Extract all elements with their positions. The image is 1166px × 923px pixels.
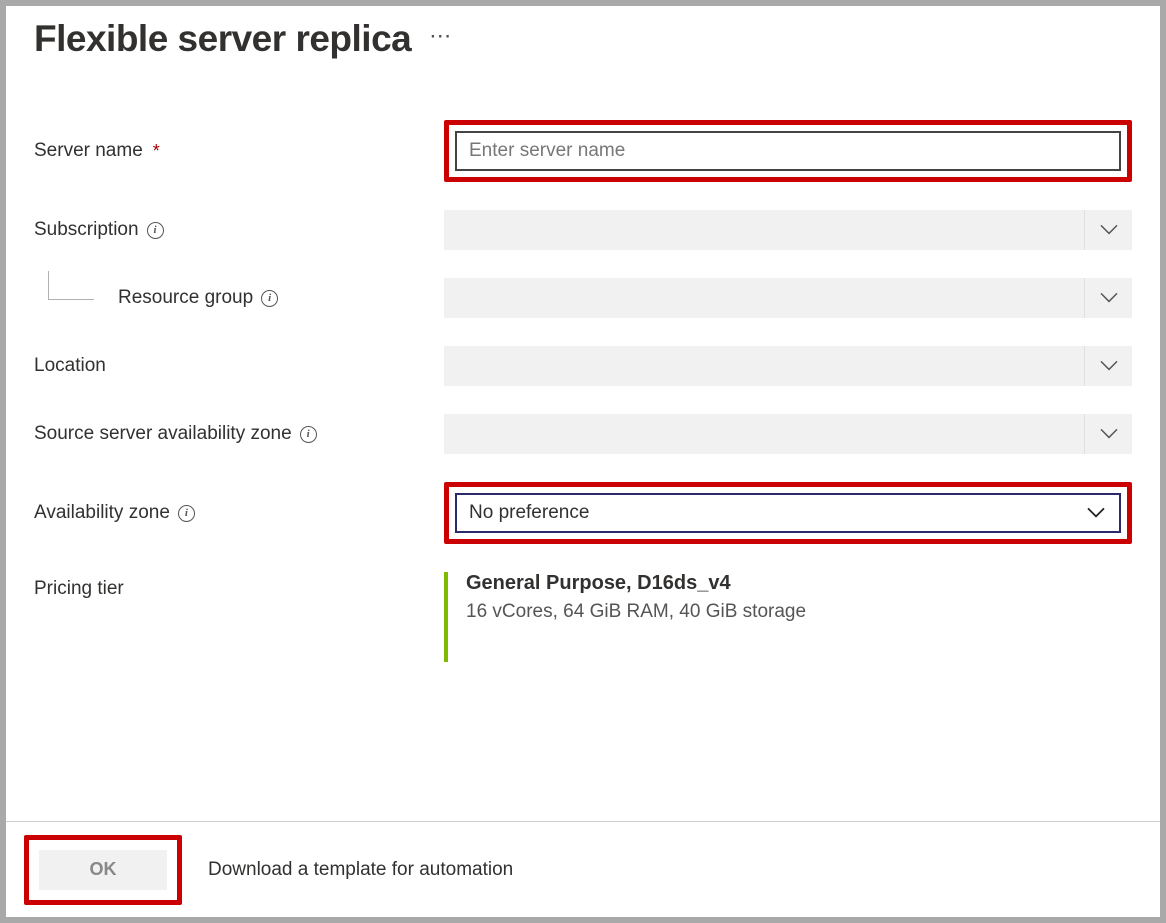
flexible-server-replica-panel: Flexible server replica ⋯ Server name * …	[0, 0, 1166, 923]
pricing-tier-block: General Purpose, D16ds_v4 16 vCores, 64 …	[444, 572, 1132, 662]
location-label: Location	[34, 355, 444, 377]
resource-group-label: Resource group i	[34, 287, 444, 309]
info-icon[interactable]: i	[261, 290, 278, 307]
subscription-label: Subscription i	[34, 219, 444, 241]
source-zone-label: Source server availability zone i	[34, 423, 444, 445]
form-grid: Server name * Subscription i	[34, 120, 1132, 662]
server-name-label: Server name *	[34, 140, 444, 162]
required-mark: *	[153, 141, 160, 162]
source-zone-control	[444, 414, 1132, 454]
download-template-link[interactable]: Download a template for automation	[208, 859, 513, 881]
chevron-down-icon	[1087, 506, 1105, 518]
availability-zone-control-highlight: No preference	[444, 482, 1132, 544]
info-icon[interactable]: i	[300, 426, 317, 443]
pricing-tier-title: General Purpose, D16ds_v4	[466, 572, 1132, 595]
availability-zone-label: Availability zone i	[34, 502, 444, 524]
resource-group-control	[444, 278, 1132, 318]
location-select[interactable]	[444, 346, 1132, 386]
content-area: Flexible server replica ⋯ Server name * …	[6, 6, 1160, 821]
header: Flexible server replica ⋯	[34, 16, 1132, 60]
subscription-select[interactable]	[444, 210, 1132, 250]
location-control	[444, 346, 1132, 386]
pricing-tier-label: Pricing tier	[34, 572, 444, 600]
footer-bar: OK Download a template for automation	[6, 821, 1160, 917]
availability-zone-select[interactable]: No preference	[455, 493, 1121, 533]
pricing-tier-control: General Purpose, D16ds_v4 16 vCores, 64 …	[444, 572, 1132, 662]
info-icon[interactable]: i	[147, 222, 164, 239]
pricing-tier-detail: 16 vCores, 64 GiB RAM, 40 GiB storage	[466, 601, 1132, 623]
source-zone-select[interactable]	[444, 414, 1132, 454]
info-icon[interactable]: i	[178, 505, 195, 522]
resource-group-select[interactable]	[444, 278, 1132, 318]
more-actions-button[interactable]: ⋯	[429, 23, 453, 55]
server-name-input[interactable]	[455, 131, 1121, 171]
server-name-control-highlight	[444, 120, 1132, 182]
subscription-control	[444, 210, 1132, 250]
page-title: Flexible server replica	[34, 18, 411, 60]
ok-button-highlight: OK	[24, 835, 182, 905]
indent-icon	[38, 277, 102, 307]
ok-button[interactable]: OK	[39, 850, 167, 890]
